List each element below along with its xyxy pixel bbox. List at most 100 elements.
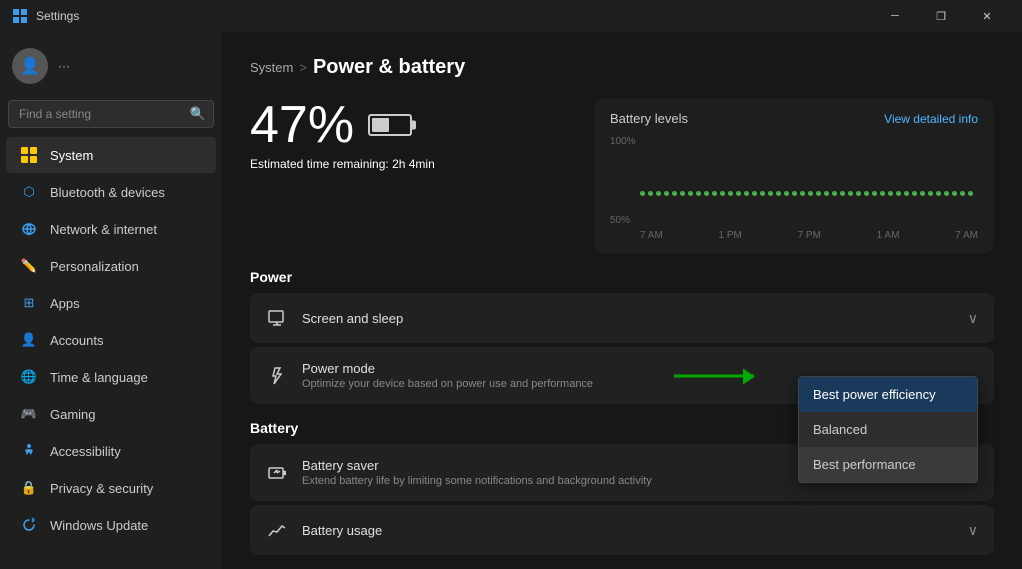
restore-button[interactable]: ❐ — [918, 0, 964, 32]
sidebar-item-time[interactable]: 🌐 Time & language — [6, 359, 216, 395]
battery-icon — [368, 114, 412, 136]
x-label-1: 1 PM — [719, 230, 742, 241]
chart-x-labels: 7 AM 1 PM 7 PM 1 AM 7 AM — [640, 230, 978, 241]
sidebar-item-accounts[interactable]: 👤 Accounts — [6, 322, 216, 358]
apps-icon: ⊞ — [20, 294, 38, 312]
dot — [832, 191, 837, 196]
sidebar-item-apps[interactable]: ⊞ Apps — [6, 285, 216, 321]
avatar: 👤 — [12, 48, 48, 84]
dot — [792, 191, 797, 196]
sidebar-item-privacy[interactable]: 🔒 Privacy & security — [6, 470, 216, 506]
battery-fill — [372, 118, 389, 132]
dropdown-item-performance[interactable]: Best performance — [799, 447, 977, 482]
titlebar-title: Settings — [36, 9, 872, 23]
sidebar-label-gaming: Gaming — [50, 407, 96, 422]
dot — [704, 191, 709, 196]
screen-sleep-card: Screen and sleep ∨ — [250, 293, 994, 343]
sidebar-item-personalization[interactable]: ✏️ Personalization — [6, 248, 216, 284]
sidebar-label-apps: Apps — [50, 296, 80, 311]
sidebar-item-gaming[interactable]: 🎮 Gaming — [6, 396, 216, 432]
window-controls: ─ ❐ ✕ — [872, 0, 1010, 32]
battery-usage-icon — [266, 519, 288, 541]
personalization-icon: ✏️ — [20, 257, 38, 275]
dot — [880, 191, 885, 196]
dot — [664, 191, 669, 196]
minimize-button[interactable]: ─ — [872, 0, 918, 32]
dot — [920, 191, 925, 196]
dot — [936, 191, 941, 196]
close-button[interactable]: ✕ — [964, 0, 1010, 32]
sidebar-item-bluetooth[interactable]: ⬡ Bluetooth & devices — [6, 174, 216, 210]
sidebar-label-privacy: Privacy & security — [50, 481, 153, 496]
chart-title: Battery levels — [610, 111, 688, 126]
dot — [888, 191, 893, 196]
dot — [856, 191, 861, 196]
y-label-50: 50% — [610, 215, 636, 226]
screen-sleep-row[interactable]: Screen and sleep ∨ — [250, 293, 994, 343]
sidebar-item-update[interactable]: Windows Update — [6, 507, 216, 543]
screen-sleep-icon — [266, 307, 288, 329]
breadcrumb: System > Power & battery — [250, 56, 994, 79]
main-panel: System > Power & battery 47% Estimated t… — [222, 32, 1022, 569]
battery-overview: 47% Estimated time remaining: 2h 4min Ba… — [250, 99, 994, 253]
search-icon: 🔍 — [190, 106, 206, 122]
app-body: 👤 ··· 🔍 System ⬡ — [0, 32, 1022, 569]
dot — [912, 191, 917, 196]
chart-y-labels: 100% 50% — [610, 136, 636, 226]
sidebar-item-accessibility[interactable]: Accessibility — [6, 433, 216, 469]
dot — [736, 191, 741, 196]
network-icon — [20, 220, 38, 238]
screen-sleep-text: Screen and sleep — [302, 311, 954, 326]
x-label-4: 7 AM — [955, 230, 978, 241]
dot — [928, 191, 933, 196]
battery-saver-desc: Extend battery life by limiting some not… — [302, 475, 858, 487]
battery-saver-icon — [266, 462, 288, 484]
dot — [776, 191, 781, 196]
battery-usage-row[interactable]: Battery usage ∨ — [250, 505, 994, 555]
dot — [904, 191, 909, 196]
system-icon — [20, 146, 38, 164]
dot — [768, 191, 773, 196]
dot — [840, 191, 845, 196]
page-title: Power & battery — [313, 56, 465, 79]
dot — [864, 191, 869, 196]
view-detailed-link[interactable]: View detailed info — [884, 112, 978, 126]
battery-chart: Battery levels View detailed info 100% 5… — [594, 99, 994, 253]
search-input[interactable] — [8, 100, 214, 128]
screen-sleep-right: ∨ — [968, 310, 978, 327]
dot — [872, 191, 877, 196]
sidebar-label-network: Network & internet — [50, 222, 157, 237]
dot — [744, 191, 749, 196]
dot — [944, 191, 949, 196]
dot — [720, 191, 725, 196]
estimated-label: Estimated time remaining: — [250, 157, 389, 171]
update-icon — [20, 516, 38, 534]
sidebar-label-bluetooth: Bluetooth & devices — [50, 185, 165, 200]
titlebar: Settings ─ ❐ ✕ — [0, 0, 1022, 32]
dot — [952, 191, 957, 196]
breadcrumb-parent[interactable]: System — [250, 60, 293, 75]
chevron-down-icon: ∨ — [968, 310, 978, 327]
sidebar-label-accounts: Accounts — [50, 333, 103, 348]
search-box: 🔍 — [8, 100, 214, 128]
dropdown-item-efficiency[interactable]: Best power efficiency — [799, 377, 977, 412]
dropdown-item-balanced[interactable]: Balanced — [799, 412, 977, 447]
dot — [784, 191, 789, 196]
power-mode-dropdown: Best power efficiency Balanced Best perf… — [798, 376, 978, 483]
sidebar-nav: System ⬡ Bluetooth & devices Network & i… — [0, 136, 222, 569]
sidebar: 👤 ··· 🔍 System ⬡ — [0, 32, 222, 569]
sidebar-item-system[interactable]: System — [6, 137, 216, 173]
dot — [800, 191, 805, 196]
x-label-2: 7 PM — [798, 230, 821, 241]
dot — [848, 191, 853, 196]
power-mode-card: Power mode Optimize your device based on… — [250, 347, 994, 404]
sidebar-item-network[interactable]: Network & internet — [6, 211, 216, 247]
dot — [688, 191, 693, 196]
dot — [656, 191, 661, 196]
dot — [824, 191, 829, 196]
power-mode-row[interactable]: Power mode Optimize your device based on… — [250, 347, 994, 404]
breadcrumb-separator: > — [299, 60, 307, 75]
dot — [728, 191, 733, 196]
dot — [680, 191, 685, 196]
dot — [960, 191, 965, 196]
